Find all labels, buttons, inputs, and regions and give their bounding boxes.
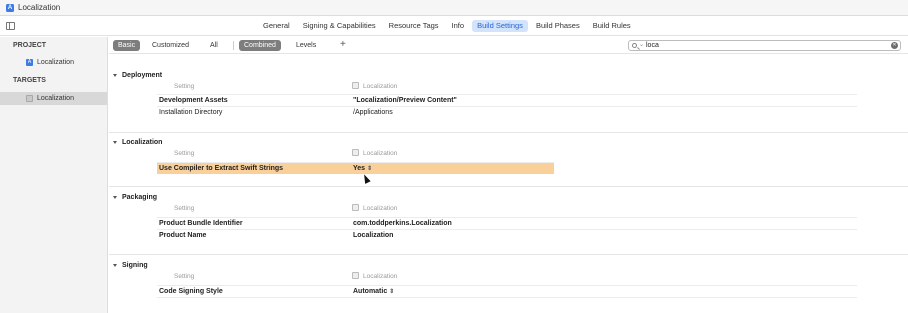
setting-name: Product Name [159, 232, 207, 239]
table-row-empty [157, 297, 857, 307]
sidebar-item-project[interactable]: A Localization [0, 56, 107, 69]
project-target-sidebar: PROJECT A Localization TARGETS Localizat… [0, 37, 108, 313]
sidebar-item-label: Localization [37, 59, 74, 66]
setting-value: Yes [353, 165, 366, 172]
section-localization: Localization Setting Localization Use Co… [109, 136, 908, 181]
setting-column-label: Setting [174, 83, 195, 90]
tab-info[interactable]: Info [447, 20, 470, 32]
target-icon [352, 204, 359, 211]
setting-value: Automatic [353, 288, 388, 295]
setting-value: "Localization/Preview Content" [353, 97, 457, 104]
window-title: Localization [18, 3, 61, 12]
section-title: Packaging [122, 193, 158, 201]
table-row-selected[interactable]: Use Compiler to Extract Swift Strings Ye… [157, 162, 554, 174]
targets-heading: TARGETS [13, 77, 46, 84]
section-header[interactable]: Localization [109, 136, 162, 148]
table-row[interactable]: Product Bundle Identifier com.toddperkin… [157, 217, 857, 229]
filter-customized-button[interactable]: Customized [147, 40, 194, 51]
section-header[interactable]: Packaging [109, 191, 157, 203]
xcode-project-icon: A [6, 3, 14, 12]
tab-build-rules[interactable]: Build Rules [588, 20, 636, 32]
setting-name: Use Compiler to Extract Swift Strings [159, 165, 284, 172]
sidebar-item-target[interactable]: Localization [0, 92, 107, 105]
section-divider [109, 254, 908, 255]
column-header: Setting Localization [109, 271, 908, 283]
target-icon [352, 82, 359, 89]
section-header[interactable]: Deployment [109, 69, 162, 81]
setting-name: Installation Directory [159, 109, 223, 116]
tabs: General Signing & Capabilities Resource … [258, 20, 636, 32]
sidebar-item-label: Localization [37, 95, 74, 102]
tab-build-settings[interactable]: Build Settings [472, 20, 528, 32]
section-signing: Signing Setting Localization Code Signin… [109, 259, 908, 313]
disclosure-chevron-icon [113, 195, 117, 199]
section-title: Localization [122, 138, 163, 146]
target-column-label: Localization [363, 273, 398, 280]
target-icon [352, 149, 359, 156]
target-column-label: Localization [363, 150, 398, 157]
setting-name: Development Assets [159, 97, 228, 104]
table-row[interactable]: Code Signing Style Automatic ⇕ [157, 285, 857, 297]
column-header: Setting Localization [109, 203, 908, 215]
search-icon [632, 43, 637, 48]
tab-resource-tags[interactable]: Resource Tags [384, 20, 444, 32]
setting-name: Product Bundle Identifier [159, 220, 243, 227]
section-title: Signing [122, 261, 148, 269]
table-row[interactable]: Installation Directory /Applications [157, 106, 857, 118]
table-row[interactable]: Product Name Localization [157, 229, 857, 241]
filter-all-button[interactable]: All [205, 40, 223, 51]
section-divider [109, 186, 908, 187]
section-title: Deployment [122, 71, 163, 79]
disclosure-chevron-icon [113, 263, 117, 267]
search-field[interactable]: ⌄ ✕ [628, 40, 901, 51]
add-setting-button[interactable]: + [340, 39, 346, 51]
window-titlebar: A Localization [0, 0, 908, 16]
table-row[interactable]: Development Assets "Localization/Preview… [157, 94, 857, 106]
setting-column-label: Setting [174, 150, 195, 157]
search-input[interactable] [646, 41, 886, 50]
build-settings-editor: Basic Customized All Combined Levels + ⌄… [109, 37, 908, 313]
search-options-chevron-icon[interactable]: ⌄ [639, 41, 644, 50]
setting-column-label: Setting [174, 273, 195, 280]
project-heading: PROJECT [13, 42, 47, 49]
clear-search-icon[interactable]: ✕ [891, 42, 898, 49]
section-divider [109, 132, 908, 133]
target-column-label: Localization [363, 83, 398, 90]
setting-value: /Applications [353, 109, 393, 116]
view-combined-button[interactable]: Combined [239, 40, 281, 51]
setting-value-popup[interactable]: Yes ⇕ [353, 165, 372, 172]
column-header: Setting Localization [109, 148, 908, 160]
target-icon [352, 272, 359, 279]
popup-stepper-icon: ⇕ [367, 166, 373, 172]
setting-name: Code Signing Style [159, 288, 223, 295]
tab-general[interactable]: General [258, 20, 295, 32]
setting-value-popup[interactable]: Automatic ⇕ [353, 288, 394, 295]
section-header[interactable]: Signing [109, 259, 148, 271]
disclosure-chevron-icon [113, 140, 117, 144]
tab-build-phases[interactable]: Build Phases [531, 20, 585, 32]
column-header: Setting Localization [109, 81, 908, 93]
popup-stepper-icon: ⇕ [389, 289, 395, 295]
view-levels-button[interactable]: Levels [291, 40, 321, 51]
sidebar-toggle-icon[interactable] [6, 22, 15, 30]
app-target-icon [26, 95, 33, 102]
setting-value: com.toddperkins.Localization [353, 220, 452, 227]
disclosure-chevron-icon [113, 73, 117, 77]
section-packaging: Packaging Setting Localization Product B… [109, 191, 908, 247]
target-column-label: Localization [363, 205, 398, 212]
filter-divider [233, 41, 234, 50]
editor-tab-bar: General Signing & Capabilities Resource … [0, 17, 908, 36]
setting-value: Localization [353, 232, 394, 239]
project-icon: A [26, 59, 33, 66]
section-deployment: Deployment Setting Localization Developm… [109, 69, 908, 125]
setting-column-label: Setting [174, 205, 195, 212]
filter-basic-button[interactable]: Basic [113, 40, 141, 51]
tab-signing-capabilities[interactable]: Signing & Capabilities [298, 20, 381, 32]
filter-bar: Basic Customized All Combined Levels + ⌄… [109, 37, 908, 54]
